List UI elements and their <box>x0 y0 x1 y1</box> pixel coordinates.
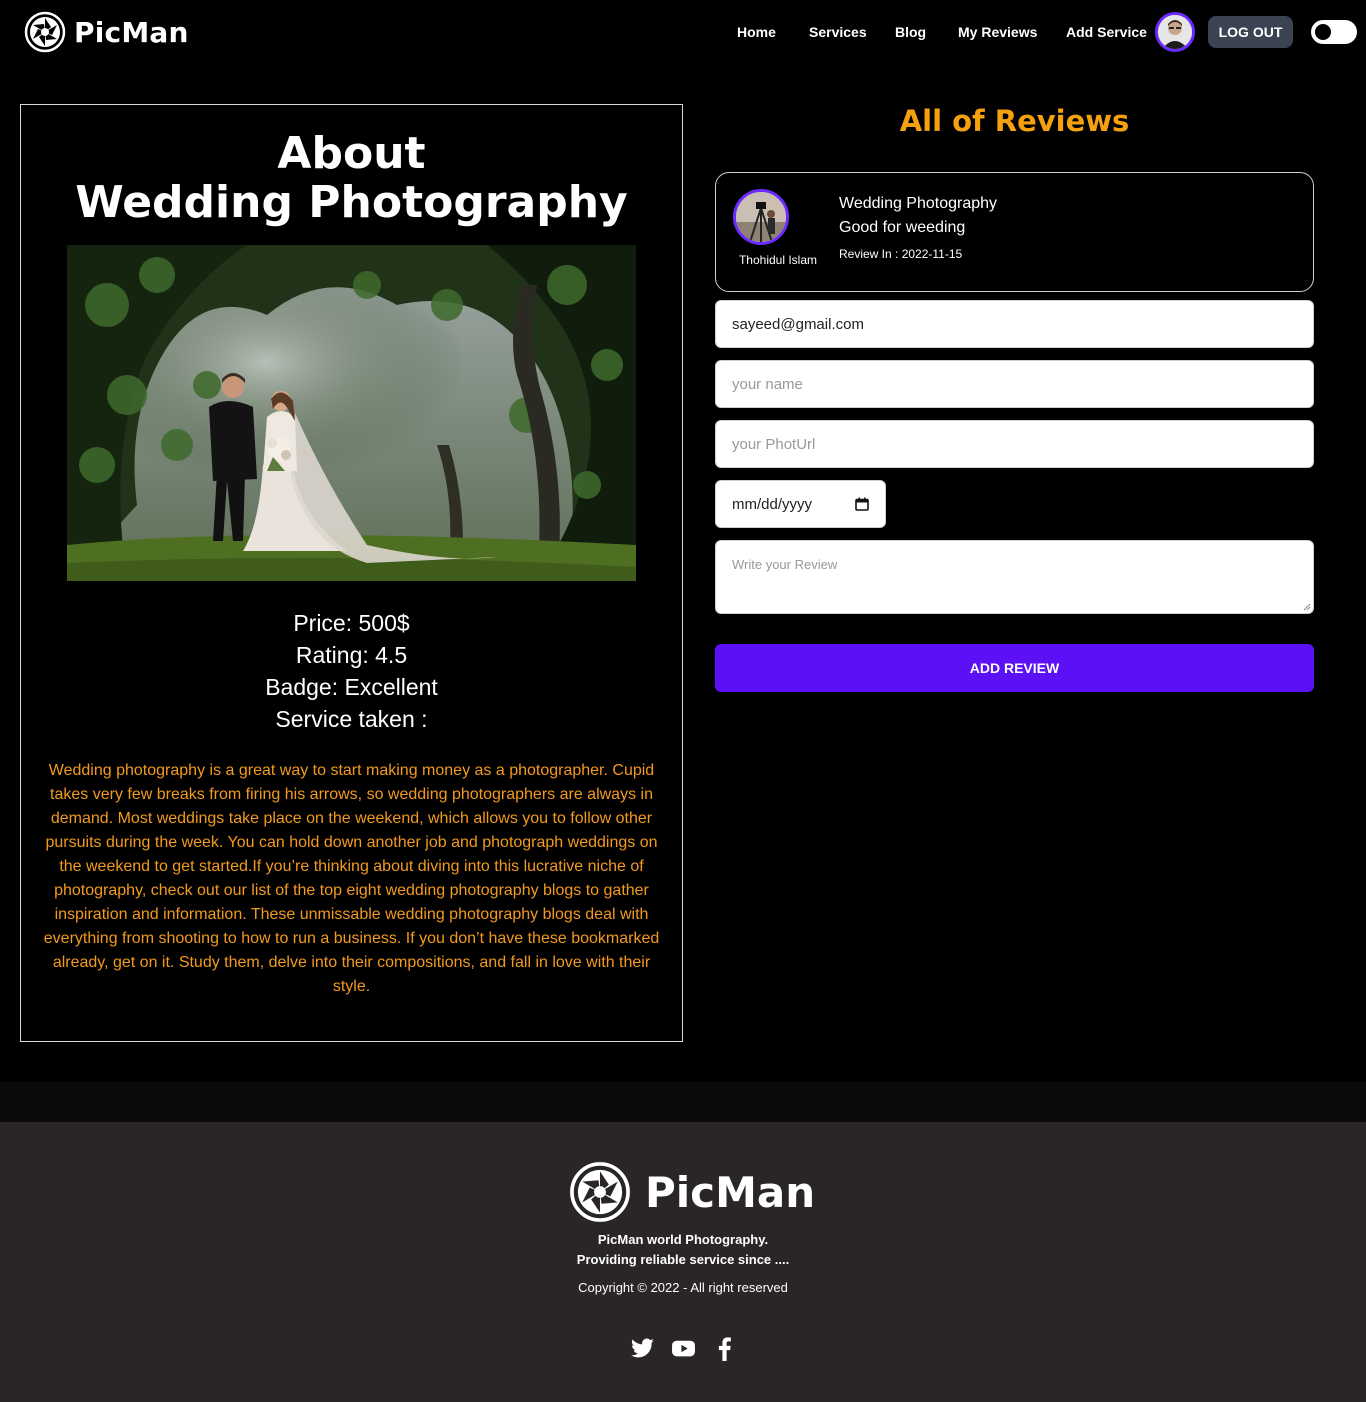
service-title-line2: Wedding Photography <box>75 177 628 228</box>
navbar: PicMan Home Services Blog My Reviews Add… <box>0 0 1366 64</box>
service-taken: Service taken : <box>275 706 428 732</box>
brand-name: PicMan <box>74 15 189 49</box>
wedding-photo <box>67 245 636 581</box>
camera-shutter-icon <box>24 11 66 53</box>
service-details-card: About Wedding Photography Price: 500$ Ra… <box>20 104 683 1042</box>
nav-my-reviews-link[interactable]: My Reviews <box>958 24 1037 40</box>
brand-logo[interactable]: PicMan <box>24 11 189 53</box>
photo-url-input[interactable]: your PhotUrl <box>715 420 1314 468</box>
user-avatar[interactable] <box>1155 12 1195 52</box>
footer-brand-name: PicMan <box>645 1167 816 1217</box>
service-badge: Badge: Excellent <box>265 674 438 700</box>
service-rating: Rating: 4.5 <box>295 642 408 668</box>
footer-brand-logo: PicMan <box>569 1161 815 1223</box>
theme-toggle[interactable] <box>1311 20 1357 44</box>
nav-blog-link[interactable]: Blog <box>895 24 926 40</box>
resize-handle-icon[interactable] <box>1303 603 1311 611</box>
review-textarea[interactable]: Write your Review <box>715 540 1314 614</box>
toggle-knob <box>1315 24 1331 40</box>
social-links <box>630 1336 737 1362</box>
review-date: Review In : 2022-11-15 <box>839 247 963 261</box>
service-price: Price: 500$ <box>293 610 410 636</box>
footer-copyright: Copyright © 2022 - All right reserved <box>578 1280 788 1295</box>
review-card: Thohidul Islam Wedding Photography Good … <box>715 172 1314 292</box>
date-placeholder: mm/dd/yyyy <box>732 495 813 513</box>
youtube-icon[interactable] <box>671 1336 696 1362</box>
twitter-icon[interactable] <box>630 1336 655 1362</box>
reviewer-avatar <box>733 189 789 245</box>
service-description: Wedding photography is a great way to st… <box>43 762 660 995</box>
review-service-name: Wedding Photography <box>839 195 998 212</box>
review-text: Good for weeding <box>839 219 966 236</box>
email-field[interactable]: sayeed@gmail.com <box>715 300 1314 348</box>
date-input[interactable]: mm/dd/yyyy <box>715 480 886 528</box>
camera-shutter-icon <box>570 1162 630 1222</box>
calendar-icon[interactable] <box>855 497 869 511</box>
reviewer-name: Thohidul Islam <box>738 253 818 267</box>
nav-services-link[interactable]: Services <box>809 24 867 40</box>
add-review-button[interactable]: ADD REVIEW <box>715 644 1314 692</box>
footer-tagline-2: Providing reliable service since .... <box>576 1252 790 1267</box>
footer-tagline-1: PicMan world Photography. <box>597 1232 769 1247</box>
footer: PicMan PicMan world Photography. Providi… <box>0 1122 1366 1402</box>
name-input[interactable]: your name <box>715 360 1314 408</box>
user-avatar-image <box>1158 15 1192 49</box>
service-stats: Price: 500$ Rating: 4.5 Badge: Excellent… <box>21 607 682 735</box>
service-title-line1: About <box>277 128 426 179</box>
logout-button[interactable]: LOG OUT <box>1208 16 1293 48</box>
facebook-icon[interactable] <box>712 1336 737 1362</box>
reviews-heading: All of Reviews <box>899 104 1130 138</box>
nav-add-service-link[interactable]: Add Service <box>1066 24 1147 40</box>
nav-home-link[interactable]: Home <box>737 24 776 40</box>
service-title: About Wedding Photography <box>21 129 682 227</box>
footer-divider-band <box>0 1082 1366 1122</box>
